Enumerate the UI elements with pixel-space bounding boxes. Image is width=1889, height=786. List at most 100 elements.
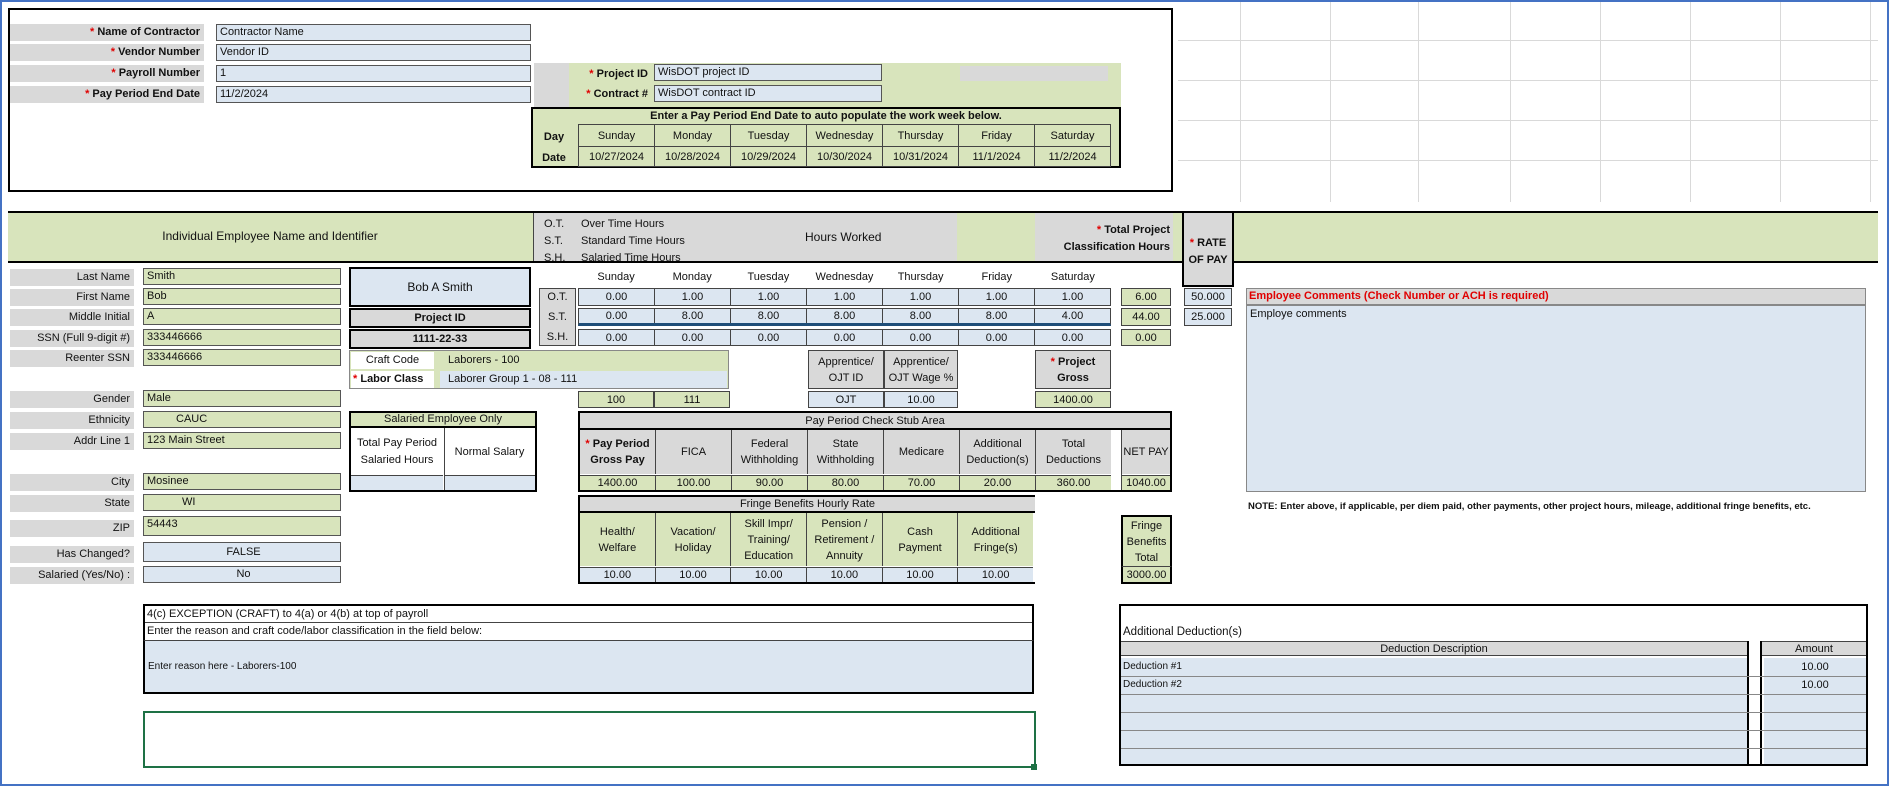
exception-reason-input[interactable]: Enter reason here - Laborers-100	[143, 640, 1034, 694]
vendor-number-input[interactable]: Vendor ID	[216, 44, 531, 61]
apprentice-id-value[interactable]: OJT	[808, 391, 884, 408]
comments-input[interactable]: Employe comments	[1246, 305, 1866, 492]
first-name-input[interactable]: Bob	[143, 288, 341, 305]
ethnicity-input[interactable]: CAUC	[143, 411, 341, 428]
st-rate[interactable]: 25.000	[1184, 308, 1232, 326]
ot-hours-cell[interactable]: 1.00	[1035, 289, 1110, 305]
fringe-value[interactable]: 10.00	[731, 568, 808, 582]
stub-value[interactable]: 100.00	[656, 476, 732, 490]
salaried-hours-input[interactable]	[351, 475, 443, 490]
stub-header-additional: Additional Deduction(s)	[960, 430, 1036, 474]
st-hours-cell[interactable]: 8.00	[959, 309, 1035, 323]
stub-value[interactable]: 70.00	[884, 476, 960, 490]
sh-hours-cell[interactable]: 0.00	[1035, 330, 1110, 345]
week-date: 10/28/2024	[664, 150, 721, 163]
comments-title: Employee Comments (Check Number or ACH i…	[1246, 288, 1866, 305]
sh-hours-cell[interactable]: 0.00	[959, 330, 1035, 345]
fringe-value[interactable]: 10.00	[807, 568, 883, 582]
ssn-input[interactable]: 333446666	[143, 329, 341, 346]
st-hours-cell[interactable]: 0.00	[579, 309, 655, 323]
addr-line-input[interactable]: 123 Main Street	[143, 432, 341, 449]
fringe-value[interactable]: 10.00	[656, 568, 732, 582]
ot-hours-cell[interactable]: 1.00	[883, 289, 959, 305]
fringe-header-training: Skill Impr/Training/Education	[731, 513, 808, 566]
fringe-headers: Health/Welfare Vacation/Holiday Skill Im…	[580, 513, 1033, 566]
st-hours-cell[interactable]: 4.00	[1035, 309, 1110, 323]
fringe-value[interactable]: 10.00	[958, 568, 1033, 582]
ot-hours-cell[interactable]: 1.00	[655, 289, 731, 305]
state-input[interactable]: WI	[143, 494, 341, 511]
contract-input[interactable]: WisDOT contract ID	[654, 85, 882, 102]
last-name-input[interactable]: Smith	[143, 268, 341, 285]
salaried-value[interactable]: No	[143, 566, 341, 583]
net-pay-label: NET PAY	[1122, 430, 1170, 474]
ssn-label: SSN (Full 9-digit #)	[10, 330, 134, 347]
week-col-tuesday: Tuesday 10/29/2024	[731, 125, 807, 166]
employee-full-name: Bob A Smith	[349, 267, 531, 307]
stub-header-state: State Withholding	[808, 430, 884, 474]
st-legend: Standard Time Hours	[581, 235, 685, 247]
st-hours-cell[interactable]: 8.00	[731, 309, 807, 323]
middle-initial-input[interactable]: A	[143, 308, 341, 325]
deduction-desc-2[interactable]: Deduction #2	[1123, 677, 1423, 693]
stub-value[interactable]: 80.00	[808, 476, 884, 490]
stub-value[interactable]: 90.00	[732, 476, 808, 490]
addr-line-label: Addr Line 1	[10, 433, 134, 450]
week-grid: Sunday 10/27/2024 Monday 10/28/2024 Tuesda…	[578, 124, 1111, 167]
week-day: Saturday	[1035, 125, 1110, 147]
stub-header-total: Total Deductions	[1045, 438, 1102, 466]
st-hours-cell[interactable]: 8.00	[807, 309, 883, 323]
grid-line	[1690, 2, 1691, 202]
sh-hours-cell[interactable]: 0.00	[579, 330, 655, 345]
employee-band-title: Individual Employee Name and Identifier	[162, 229, 378, 243]
ot-rate[interactable]: 50.000	[1184, 288, 1232, 306]
contractor-name-input[interactable]: Contractor Name	[216, 24, 531, 41]
ot-legend: Over Time Hours	[581, 218, 665, 230]
has-changed-label: Has Changed?	[10, 546, 134, 563]
st-hours-cell[interactable]: 8.00	[883, 309, 959, 323]
sh-hours-cell[interactable]: 0.00	[807, 330, 883, 345]
deduction-amount-2[interactable]: 10.00	[1764, 677, 1866, 693]
pay-period-end-input[interactable]: 11/2/2024	[216, 86, 531, 103]
employee-project-id-value: 1111-22-33	[349, 329, 531, 349]
fringe-header-additional: Additional Fringe(s)	[971, 525, 1020, 554]
week-date: 10/30/2024	[816, 150, 873, 163]
normal-salary-input[interactable]	[445, 475, 535, 490]
craft-code-value[interactable]: Laborers - 100	[442, 352, 727, 369]
fill-handle[interactable]	[1031, 764, 1037, 770]
ot-hours-cell[interactable]: 1.00	[807, 289, 883, 305]
city-input[interactable]: Mosinee	[143, 473, 341, 490]
date-label: Date	[542, 152, 566, 164]
week-col-thursday: Thursday 10/31/2024	[883, 125, 959, 166]
header-gray-cell	[960, 66, 1108, 81]
deduction-desc-1[interactable]: Deduction #1	[1123, 659, 1423, 675]
sh-hours-cell[interactable]: 0.00	[731, 330, 807, 345]
week-day: Tuesday	[731, 125, 806, 147]
zip-input[interactable]: 54443	[143, 516, 341, 536]
normal-salary-label: Normal Salary	[454, 446, 525, 458]
sh-hours-cell[interactable]: 0.00	[883, 330, 959, 345]
ot-hours-cell[interactable]: 1.00	[959, 289, 1035, 305]
fringe-title: Fringe Benefits Hourly Rate	[578, 495, 1035, 513]
reenter-ssn-input[interactable]: 333446666	[143, 349, 341, 366]
sh-hours-cell[interactable]: 0.00	[655, 330, 731, 345]
ot-hours-cell[interactable]: 0.00	[579, 289, 655, 305]
fringe-value[interactable]: 10.00	[883, 568, 959, 582]
deduction-amount-1[interactable]: 10.00	[1764, 659, 1866, 675]
apprentice-wage-value[interactable]: 10.00	[884, 391, 958, 408]
gender-input[interactable]: Male	[143, 390, 341, 407]
project-id-input[interactable]: WisDOT project ID	[654, 64, 882, 81]
fringe-value[interactable]: 10.00	[580, 568, 656, 582]
payroll-number-input[interactable]: 1	[216, 65, 531, 82]
grid-line	[1510, 2, 1511, 202]
labor-class-value[interactable]: Laborer Group 1 - 08 - 111	[440, 371, 727, 388]
hours-day-headers: Sunday Monday Tuesday Wednesday Thursday…	[578, 268, 1111, 285]
hours-day: Friday	[981, 270, 1013, 283]
selected-cell[interactable]	[143, 711, 1036, 768]
week-date: 10/31/2024	[892, 150, 949, 163]
deduction-amount-header: Amount	[1762, 641, 1866, 656]
has-changed-value[interactable]: FALSE	[143, 542, 341, 562]
week-day: Thursday	[883, 125, 958, 147]
ot-hours-cell[interactable]: 1.00	[731, 289, 807, 305]
st-hours-cell[interactable]: 8.00	[655, 309, 731, 323]
